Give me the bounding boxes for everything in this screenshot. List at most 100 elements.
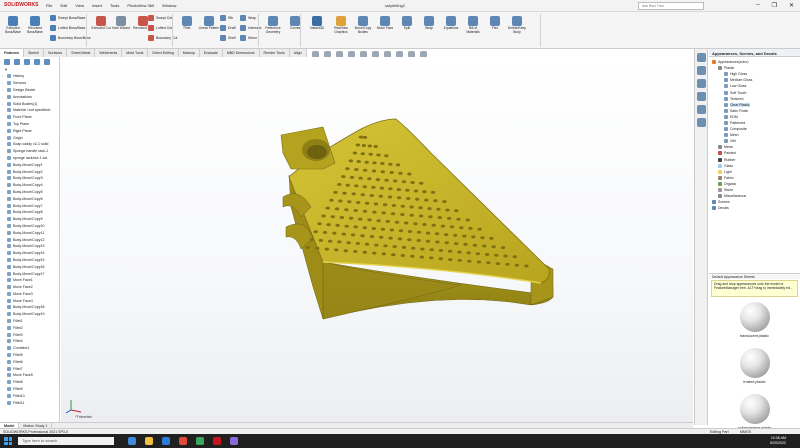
- menu-tools[interactable]: Tools: [110, 3, 119, 8]
- tree-item-annotations[interactable]: › Annotations: [2, 93, 59, 100]
- swept-cut-small-button[interactable]: Swept Cut: [148, 15, 172, 21]
- expand-arrow-icon[interactable]: ›: [2, 88, 5, 92]
- display-manager-tab-icon[interactable]: [44, 59, 50, 65]
- taskbar-search-input[interactable]: Type here to search: [18, 437, 114, 445]
- help-search-input[interactable]: Ask Ravi Tran: [638, 2, 704, 10]
- tab-evaluate[interactable]: Evaluate: [199, 49, 223, 57]
- tree-item-combine1[interactable]: Combine1: [2, 345, 59, 352]
- maximize-button[interactable]: ❐: [772, 2, 777, 9]
- tree-item-body-move-copy16[interactable]: Body-Move/Copy16: [2, 263, 59, 270]
- menu-window[interactable]: Window: [162, 3, 176, 8]
- tree-item-material-not-specified[interactable]: Material <not specified>: [2, 107, 59, 114]
- tree-item-front-plane[interactable]: Front Plane: [2, 114, 59, 121]
- tree-item-solid-bodies-1[interactable]: › Solid Bodies(1): [2, 100, 59, 107]
- tree-item-sponge-rack-cut-1-sol[interactable]: sponge rack/cut-1 sol.: [2, 155, 59, 162]
- tree-item-body-move-copy14[interactable]: Body-Move/Copy14: [2, 250, 59, 257]
- taskbar-app-icon[interactable]: [230, 437, 238, 445]
- appearance-thumbnail-translucent-plastic[interactable]: translucent plastic: [709, 298, 800, 344]
- tree-item-right-plane[interactable]: Right Plane: [2, 127, 59, 134]
- appearance-decals[interactable]: Decals: [709, 205, 800, 211]
- shell-small-button[interactable]: Shell: [220, 35, 236, 41]
- menu-edit[interactable]: Edit: [60, 3, 67, 8]
- tree-item-body-move-copy11[interactable]: Body-Move/Copy11: [2, 229, 59, 236]
- expand-arrow-icon[interactable]: ›: [2, 102, 5, 106]
- tree-item-body-move-copy10[interactable]: Body-Move/Copy10: [2, 223, 59, 230]
- tree-item-body-move-copy12[interactable]: Body-Move/Copy12: [2, 236, 59, 243]
- dimxpert-tab-icon[interactable]: [34, 59, 40, 65]
- tree-item-body-move-copy7[interactable]: Body-Move/Copy7: [2, 202, 59, 209]
- tree-item-body-move-copy4[interactable]: Body-Move/Copy4: [2, 182, 59, 189]
- tree-item-move-face4[interactable]: Move Face4: [2, 297, 59, 304]
- reference-geometry-button[interactable]: Reference Geometry: [262, 14, 284, 34]
- tree-item-history[interactable]: › History: [2, 73, 59, 80]
- tab-markup[interactable]: Markup: [178, 49, 200, 57]
- tree-item-fillet5[interactable]: Fillet5: [2, 352, 59, 359]
- tree-item-body-move-copy6[interactable]: Body-Move/Copy6: [2, 195, 59, 202]
- tree-item-move-face3[interactable]: Move Face3: [2, 291, 59, 298]
- menu-photoview[interactable]: PhotoView 360: [127, 3, 154, 8]
- equations-button[interactable]: Equations: [440, 14, 462, 31]
- extruded-cut-button[interactable]: Extruded Cut: [90, 14, 112, 31]
- split-button[interactable]: Split: [396, 14, 418, 31]
- design-library-icon[interactable]: [696, 66, 706, 75]
- draft-small-button[interactable]: Draft: [220, 25, 236, 31]
- bill-of-materials-button[interactable]: Bill of Materials: [462, 14, 484, 34]
- tree-item-fillet3[interactable]: Fillet3: [2, 331, 59, 338]
- wrap-button[interactable]: Wrap: [418, 14, 440, 31]
- custom-properties-icon[interactable]: [696, 118, 706, 127]
- solidworks-resources-icon[interactable]: [696, 53, 706, 62]
- tree-item-body-move-copy9[interactable]: Body-Move/Copy9: [2, 216, 59, 223]
- tree-item-body-move-copy19[interactable]: Body-Move/Copy19: [2, 311, 59, 318]
- tree-item-body-move-copy3[interactable]: Body-Move/Copy3: [2, 175, 59, 182]
- instant3d-button[interactable]: Instant3D: [306, 14, 328, 31]
- taskbar-app-icon[interactable]: [162, 437, 170, 445]
- realview-graphics-button[interactable]: RealView Graphics: [330, 14, 352, 34]
- menu-file[interactable]: File: [46, 3, 52, 8]
- taskbar-app-icon[interactable]: [213, 437, 221, 445]
- tree-item-body-move-copy18[interactable]: Body-Move/Copy18: [2, 304, 59, 311]
- solidworks-logo[interactable]: SOLIDWORKS: [4, 2, 38, 8]
- hole-wizard-button[interactable]: Hole Wizard: [110, 14, 132, 31]
- windows-start-icon[interactable]: [4, 437, 12, 445]
- tree-item-body-move-copy13[interactable]: Body-Move/Copy13: [2, 243, 59, 250]
- taskbar-app-icon[interactable]: [145, 437, 153, 445]
- view-palette-icon[interactable]: [696, 92, 706, 101]
- tree-item-fillet2[interactable]: Fillet2: [2, 324, 59, 331]
- appearance-thumbnail-frosted-plastic[interactable]: frosted plastic: [709, 344, 800, 390]
- boundary-boss-base-small-button[interactable]: Boundary Boss/Base: [50, 35, 91, 41]
- taskbar-clock[interactable]: 10:38 AM 5/20/2022: [770, 436, 786, 446]
- tree-item-body-move-copy2[interactable]: Body-Move/Copy2: [2, 168, 59, 175]
- tree-item-fillet6[interactable]: Fillet6: [2, 358, 59, 365]
- tree-item-fillet11[interactable]: Fillet11: [2, 399, 59, 406]
- revolved-boss-base-button[interactable]: Revolved Boss/Base: [24, 14, 46, 34]
- feature-tree-tab-icon[interactable]: [4, 59, 10, 65]
- property-manager-tab-icon[interactable]: [14, 59, 20, 65]
- tree-item-sensors[interactable]: › Sensors: [2, 80, 59, 87]
- move-face-button[interactable]: Move Face: [374, 14, 396, 31]
- tree-item-move-face2[interactable]: Move Face2: [2, 284, 59, 291]
- minimize-button[interactable]: –: [756, 2, 759, 9]
- tree-item-fillet9[interactable]: Fillet9: [2, 386, 59, 393]
- delete-keep-body-button[interactable]: Delete/Keep Body: [506, 14, 528, 34]
- tab-features[interactable]: Features: [0, 49, 24, 57]
- extruded-boss-base-button[interactable]: Extruded Boss/Base: [2, 14, 24, 34]
- tree-item-origin[interactable]: Origin: [2, 134, 59, 141]
- tree-item-body-move-copy1[interactable]: Body-Move/Copy1: [2, 161, 59, 168]
- expand-arrow-icon[interactable]: ›: [2, 74, 5, 78]
- tab-surfaces[interactable]: Surfaces: [43, 49, 68, 57]
- tab-weldments[interactable]: Weldments: [95, 49, 123, 57]
- lofted-cut-small-button[interactable]: Lofted Cut: [148, 25, 172, 31]
- tree-item-body-move-copy8[interactable]: Body-Move/Copy8: [2, 209, 59, 216]
- tab-mold-tools[interactable]: Mold Tools: [122, 49, 149, 57]
- swept-boss-base-small-button[interactable]: Swept Boss/Base: [50, 15, 85, 21]
- taskbar-app-icon[interactable]: [179, 437, 187, 445]
- taskbar-app-icon[interactable]: [128, 437, 136, 445]
- tree-item-move-face1[interactable]: Move Face1: [2, 277, 59, 284]
- menu-view[interactable]: View: [75, 3, 84, 8]
- lofted-boss-base-small-button[interactable]: Lofted Boss/Base: [50, 25, 85, 31]
- part-model[interactable]: [61, 57, 693, 422]
- tree-item-sponge-handle-rack-1[interactable]: Sponge handle rack-1: [2, 148, 59, 155]
- tree-item-fillet10[interactable]: Fillet10: [2, 392, 59, 399]
- tab-align[interactable]: Align: [289, 49, 307, 57]
- tab-sketch[interactable]: Sketch: [23, 49, 44, 57]
